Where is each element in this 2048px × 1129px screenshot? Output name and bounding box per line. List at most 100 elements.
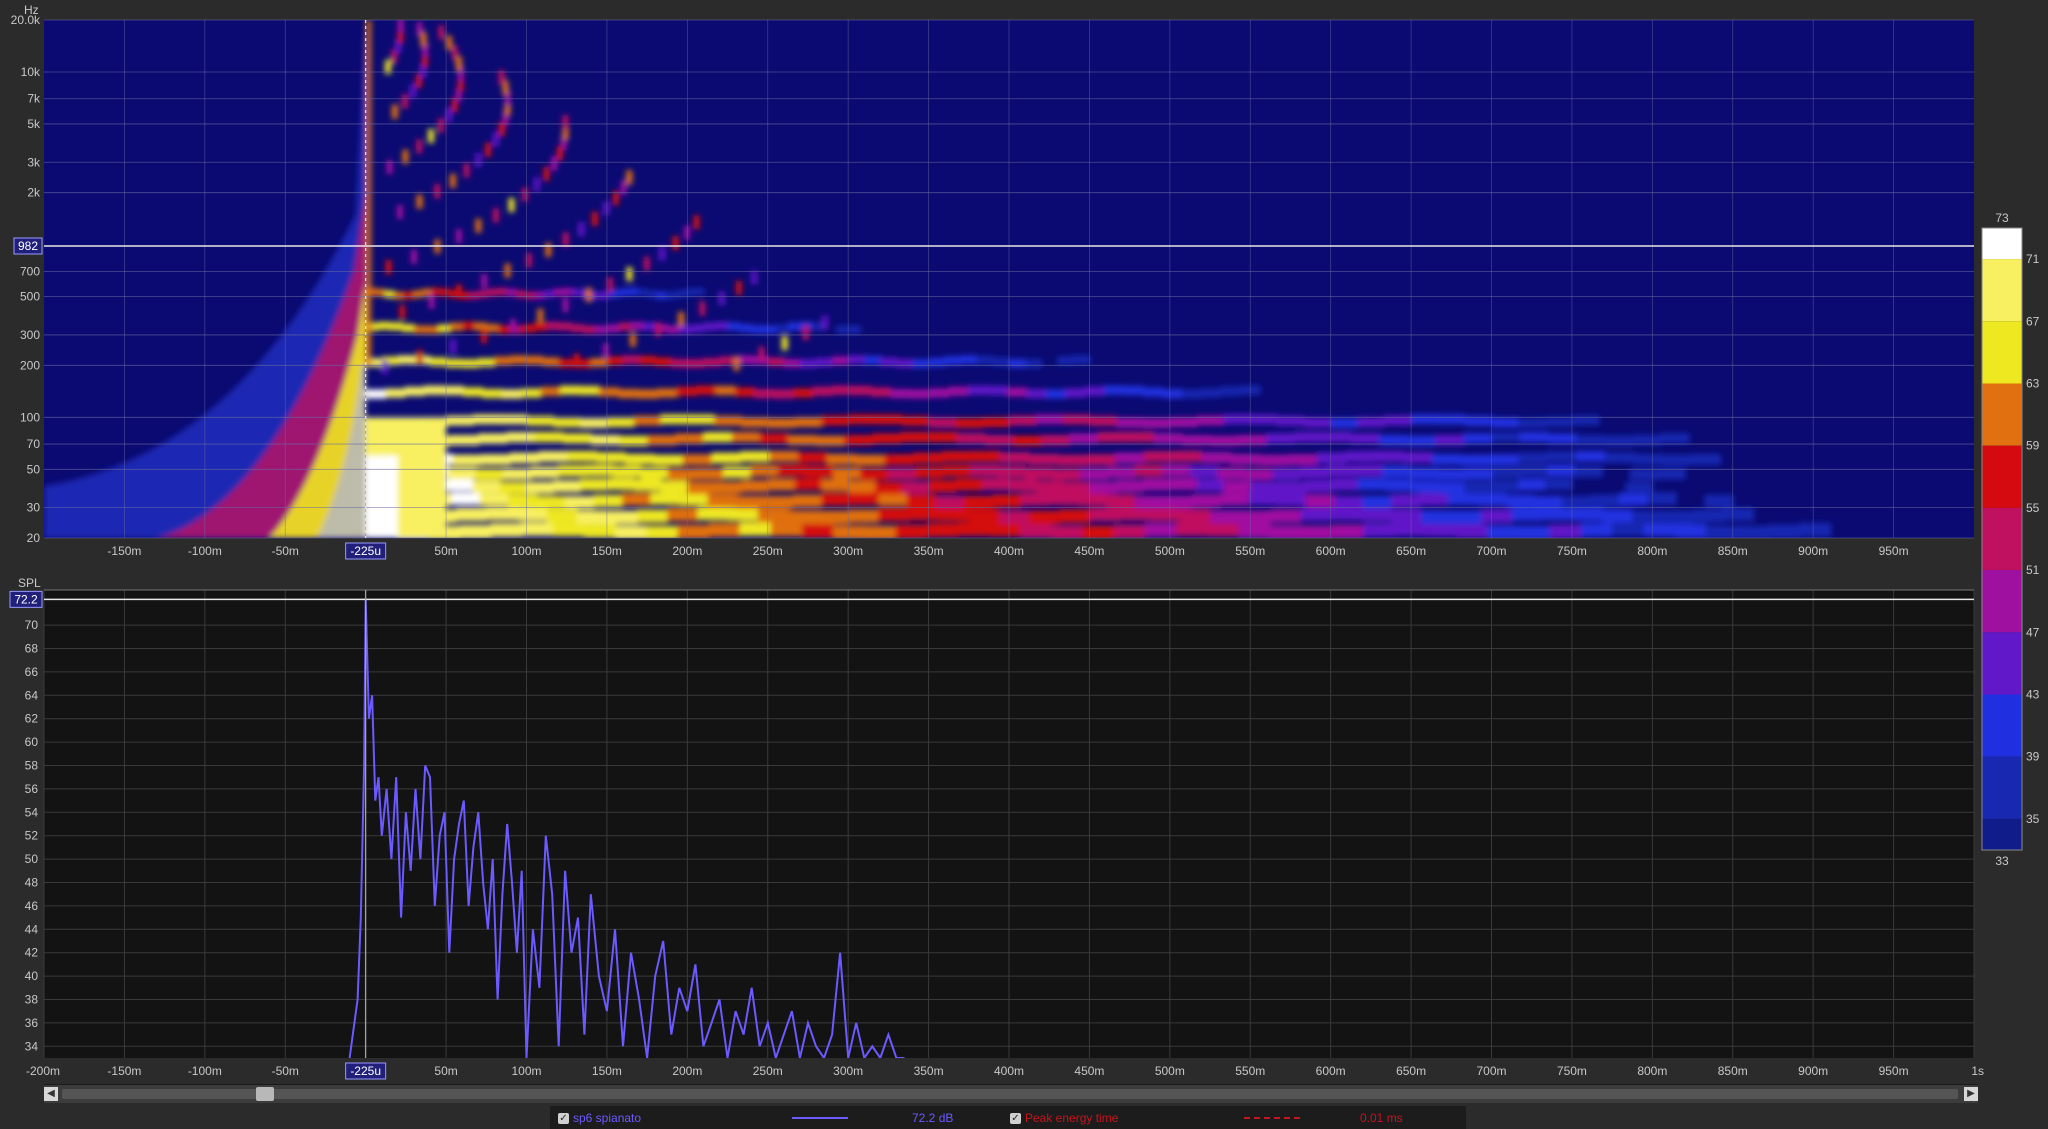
- decay-cell: [697, 506, 729, 521]
- decay-cell: [1230, 453, 1260, 465]
- decay-cell: [1089, 507, 1121, 522]
- decay-cell: [1547, 450, 1577, 462]
- decay-cell: [821, 315, 828, 330]
- decay-cell: [1767, 524, 1801, 538]
- decay-cell: [848, 480, 876, 493]
- decay-cell: [431, 287, 442, 296]
- decay-cell: [1492, 466, 1521, 479]
- decay-cell: [758, 346, 765, 361]
- decay-cell: [660, 480, 689, 493]
- spectrogram-panel[interactable]: 982 -225u: [13, 18, 1974, 560]
- spl-panel[interactable]: 72.2 -225u: [9, 589, 1975, 1080]
- decay-cell: [385, 388, 406, 398]
- peak-checkbox[interactable]: ✓: [1010, 1113, 1021, 1125]
- decay-cell: [534, 431, 564, 443]
- legend-series-item[interactable]: ✓ sp6 spianato: [558, 1110, 641, 1126]
- decay-cell: [472, 480, 501, 493]
- decay-cell: [1045, 389, 1067, 399]
- y-tick-label: 2k: [27, 186, 41, 200]
- decay-cell: [1411, 414, 1439, 425]
- x-tick-label: 850m: [1718, 1064, 1748, 1078]
- decay-cell: [482, 388, 503, 399]
- decay-cell: [446, 478, 474, 492]
- decay-cell: [727, 322, 741, 331]
- legend-peak-item[interactable]: ✓ Peak energy time: [1010, 1110, 1118, 1126]
- decay-cell: [472, 414, 501, 425]
- decay-cell: [590, 291, 602, 300]
- decay-cell: [543, 166, 550, 181]
- decay-cell: [767, 478, 796, 491]
- decay-cell: [557, 465, 587, 477]
- decay-cell: [558, 359, 576, 368]
- decay-cell: [767, 357, 785, 367]
- decay-cell: [385, 260, 392, 275]
- decay-cell: [1390, 509, 1423, 523]
- decay-cell: [878, 492, 908, 506]
- decay-cell: [818, 510, 850, 525]
- spl-time-axis-ticks: -200m -150m -100m -50m 50m 100m 150m 200m 250m 30…: [26, 1064, 1984, 1078]
- decay-cell: [377, 321, 391, 330]
- decay-cell: [497, 287, 508, 296]
- decay-cell: [667, 468, 697, 481]
- decay-cell: [687, 359, 705, 368]
- decay-cell: [956, 433, 986, 444]
- decay-cell: [643, 256, 650, 271]
- decay-cell: [1491, 431, 1521, 443]
- horizontal-scrollbar[interactable]: ◀ ▶: [44, 1084, 1978, 1103]
- decay-cell: [475, 153, 482, 168]
- x-tick-label: -50m: [272, 544, 299, 558]
- decay-cell: [684, 288, 696, 297]
- scroll-track[interactable]: [62, 1089, 1958, 1099]
- decay-cell: [1029, 510, 1061, 525]
- decay-cell: [1065, 388, 1086, 398]
- decay-cell: [1632, 510, 1664, 524]
- decay-cell: [739, 324, 753, 333]
- decay-cell: [399, 305, 406, 320]
- decay-cell: [534, 291, 545, 300]
- decay-cell: [1549, 524, 1582, 538]
- decay-cell: [1545, 477, 1573, 491]
- scroll-thumb[interactable]: [256, 1087, 274, 1101]
- decay-cell: [1258, 454, 1289, 466]
- decay-cell: [805, 465, 834, 478]
- decay-cell: [1519, 464, 1549, 477]
- decay-cell: [992, 357, 1010, 367]
- decay-cell: [687, 414, 716, 425]
- scroll-right-arrow-icon[interactable]: ▶: [1964, 1087, 1978, 1101]
- decay-cell: [506, 288, 517, 297]
- decay-cell: [677, 524, 710, 538]
- decay-cell: [603, 201, 610, 216]
- series-checkbox[interactable]: ✓: [558, 1113, 569, 1125]
- decay-cell: [970, 464, 999, 477]
- y-tick-label: 70: [27, 437, 41, 451]
- decay-cell: [1518, 418, 1547, 429]
- x-tick-label: 650m: [1396, 544, 1426, 558]
- decay-cell: [849, 492, 880, 505]
- decay-cell: [612, 465, 642, 478]
- decay-cell: [1374, 450, 1405, 462]
- decay-cell: [410, 249, 417, 264]
- decay-cell: [970, 450, 1001, 462]
- decay-cell: [711, 452, 742, 464]
- cursor-y-label: 72.2: [14, 592, 38, 606]
- decay-cell: [1020, 492, 1051, 506]
- decay-cell: [1691, 453, 1722, 465]
- decay-cell: [715, 321, 729, 330]
- decay-cell: [545, 242, 552, 257]
- decay-cell: [530, 466, 559, 479]
- decay-cell: [1051, 525, 1084, 538]
- colorbar-tick-label: 39: [2026, 750, 2040, 764]
- decay-cell: [707, 494, 737, 508]
- scroll-left-arrow-icon[interactable]: ◀: [44, 1087, 58, 1101]
- decay-cell: [1069, 433, 1099, 444]
- decay-cell: [396, 204, 403, 219]
- decay-cell: [928, 417, 957, 428]
- colorbar-band: [1982, 321, 2022, 384]
- decay-cell: [1357, 477, 1386, 491]
- decay-cell: [1220, 386, 1242, 396]
- decay-cell: [1277, 492, 1307, 506]
- decay-cell: [703, 322, 717, 331]
- decay-cell: [583, 523, 616, 538]
- decay-cell: [999, 452, 1030, 464]
- decay-cell: [509, 452, 540, 464]
